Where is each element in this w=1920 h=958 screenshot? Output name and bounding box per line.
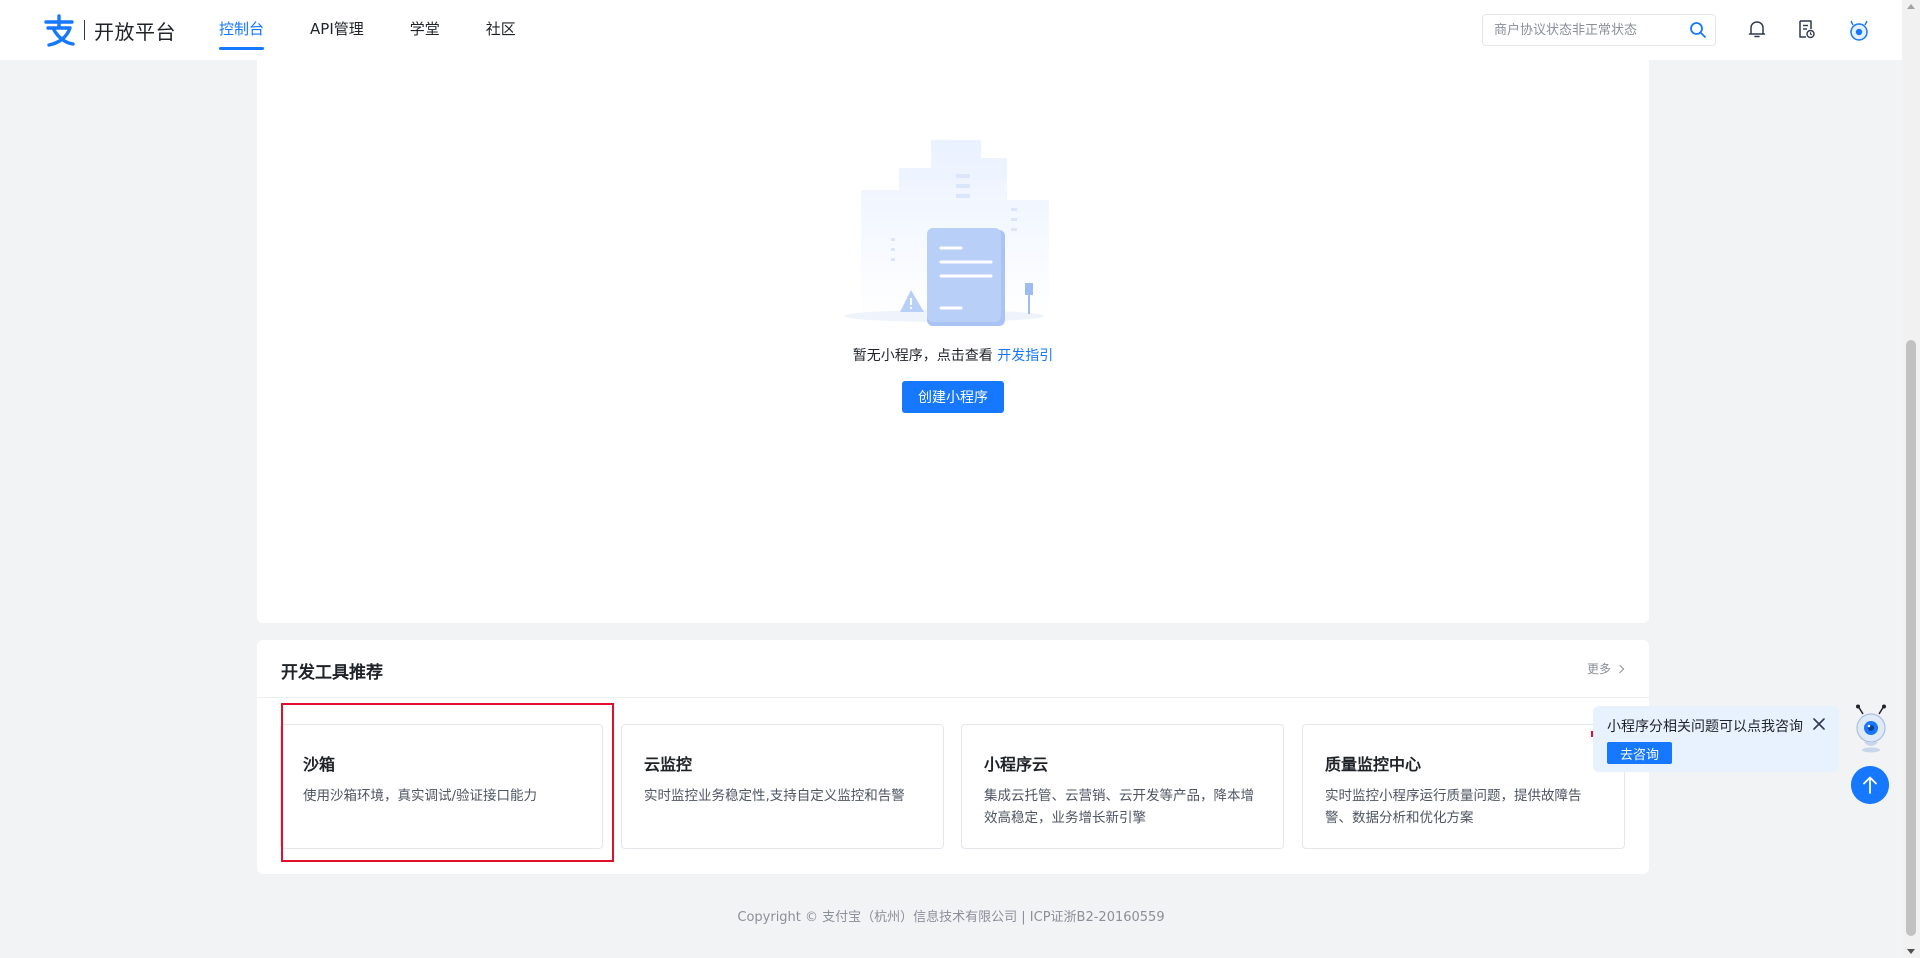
assistant-bubble: 小程序分相关问题可以点我咨询 去咨询 <box>1593 706 1839 772</box>
robot-avatar-icon[interactable] <box>1846 17 1872 43</box>
assistant-message: 小程序分相关问题可以点我咨询 <box>1607 719 1803 735</box>
page-scrollbar[interactable] <box>1902 0 1920 958</box>
nav-community[interactable]: 社区 <box>486 0 516 60</box>
consult-button[interactable]: 去咨询 <box>1607 742 1672 764</box>
tool-card-quality-monitor[interactable]: 质量监控中心 实时监控小程序运行质量问题，提供故障告警、数据分析和优化方案 <box>1302 724 1625 849</box>
search-icon[interactable] <box>1689 21 1707 39</box>
tool-desc: 实时监控小程序运行质量问题，提供故障告警、数据分析和优化方案 <box>1325 788 1582 826</box>
close-icon[interactable] <box>1811 716 1827 732</box>
more-label: 更多 <box>1586 662 1611 676</box>
tool-desc: 集成云托管、云营销、云开发等产品，降本增效高稳定，业务增长新引擎 <box>984 788 1254 826</box>
miniapp-empty-card: 暂无小程序，点击查看 开发指引 创建小程序 <box>257 60 1649 623</box>
search-box <box>1482 14 1716 46</box>
tool-name: 沙箱 <box>303 755 336 774</box>
tool-card-cloud-monitor[interactable]: 云监控 实时监控业务稳定性,支持自定义监控和告警 <box>621 724 944 849</box>
tool-name: 云监控 <box>644 755 693 774</box>
footer-copyright: Copyright © 支付宝（杭州）信息技术有限公司 | ICP证浙B2-20… <box>737 910 1165 925</box>
back-to-top-icon[interactable] <box>1851 766 1889 804</box>
logo-text: 开放平台 <box>94 19 176 44</box>
search-input[interactable] <box>1483 15 1673 45</box>
dev-tools-title: 开发工具推荐 <box>281 663 383 683</box>
alipay-logo-icon <box>44 14 75 47</box>
top-header: 开放平台 控制台 API管理 学堂 社区 <box>0 0 1902 60</box>
empty-state-text: 暂无小程序，点击查看 <box>852 348 993 364</box>
empty-state-message: 暂无小程序，点击查看 开发指引 <box>257 345 1649 365</box>
document-icon[interactable] <box>1795 18 1817 40</box>
create-miniapp-button[interactable]: 创建小程序 <box>902 381 1004 413</box>
nav-api-management[interactable]: API管理 <box>310 0 364 60</box>
dev-guide-link[interactable]: 开发指引 <box>997 348 1053 364</box>
chevron-right-icon <box>1615 664 1625 673</box>
scroll-down-arrow-icon[interactable] <box>1907 949 1915 954</box>
bell-icon[interactable] <box>1746 18 1768 40</box>
tool-name: 质量监控中心 <box>1325 755 1422 774</box>
scroll-up-arrow-icon[interactable] <box>1907 4 1915 9</box>
tool-card-miniapp-cloud[interactable]: 小程序云 集成云托管、云营销、云开发等产品，降本增效高稳定，业务增长新引擎 <box>961 724 1284 849</box>
logo[interactable]: 开放平台 <box>42 13 176 47</box>
nav-console[interactable]: 控制台 <box>219 0 265 60</box>
tool-desc: 使用沙箱环境，真实调试/验证接口能力 <box>303 788 538 804</box>
nav-academy[interactable]: 学堂 <box>410 0 440 60</box>
main-nav: 控制台 API管理 学堂 社区 <box>219 0 562 60</box>
tool-name: 小程序云 <box>984 755 1049 774</box>
logo-divider <box>84 20 85 40</box>
dev-tools-header: 开发工具推荐 更多 <box>257 640 1649 698</box>
tool-desc: 实时监控业务稳定性,支持自定义监控和告警 <box>644 788 905 804</box>
scrollbar-thumb[interactable] <box>1906 340 1916 936</box>
empty-state-illustration <box>844 140 1049 326</box>
more-link[interactable]: 更多 <box>1586 660 1625 677</box>
tool-card-sandbox[interactable]: 沙箱 使用沙箱环境，真实调试/验证接口能力 <box>280 724 603 849</box>
dev-tools-card: 开发工具推荐 更多 沙箱 使用沙箱环境，真实调试/验证接口能力 云监控 实时监控… <box>257 640 1649 874</box>
assistant-robot-icon[interactable] <box>1851 704 1891 754</box>
